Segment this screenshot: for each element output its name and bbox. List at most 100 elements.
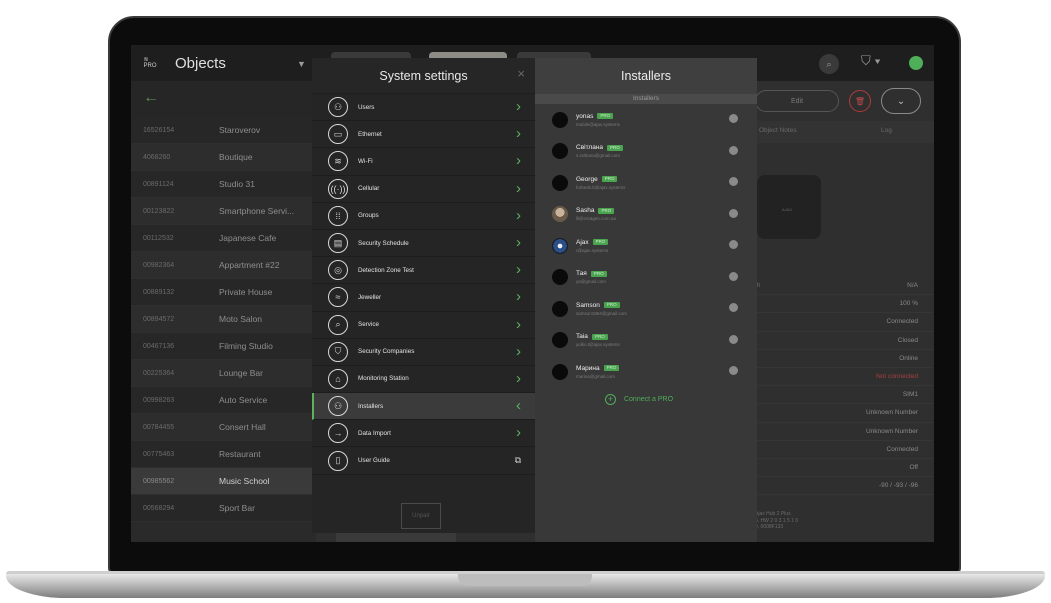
installer-row[interactable]: George PRO forbeds.b@ajax.systems — [535, 167, 757, 199]
info-row: Connected — [751, 441, 934, 459]
gear-icon[interactable] — [729, 208, 738, 218]
object-row[interactable]: 4068260 Boutique — [131, 144, 316, 171]
object-id: 4068260 — [143, 153, 171, 161]
installer-row[interactable]: Samson PRO samson1984@gmail.com — [535, 293, 757, 325]
close-icon[interactable]: × — [517, 66, 525, 81]
object-id: 00998263 — [143, 396, 175, 404]
chevron-down-icon[interactable]: ⌄ — [881, 88, 921, 114]
settings-item-ethernet[interactable]: ▭ Ethernet › — [312, 121, 535, 149]
avatar — [552, 363, 568, 380]
object-row[interactable]: 00123822 Smartphone Servi... — [131, 198, 316, 225]
object-row[interactable]: 00891124 Studio 31 — [131, 171, 316, 198]
settings-item-security-companies[interactable]: ⛉ Security Companies › — [312, 339, 535, 366]
object-name: Filming Studio — [219, 341, 273, 351]
object-row[interactable]: 00775463 Restaurant — [131, 441, 316, 468]
object-id: 00985562 — [143, 477, 175, 485]
settings-item-installers[interactable]: ⚇ Installers ‹ — [312, 393, 535, 421]
wifi-icon: ≋ — [328, 151, 348, 172]
gear-icon[interactable] — [729, 334, 738, 344]
info-value: Closed — [897, 336, 918, 344]
chevron-right-icon: › — [516, 179, 521, 197]
import-icon: → — [328, 423, 348, 444]
object-row[interactable]: 00225364 Lounge Bar — [131, 360, 316, 387]
installer-email: marina@gmail.com — [576, 373, 615, 379]
delete-icon[interactable]: 🗑 — [849, 90, 871, 112]
guide-icon: ▯ — [328, 450, 348, 471]
info-value: Connected — [886, 318, 918, 326]
pro-badge: PRO — [590, 270, 607, 277]
installer-row[interactable]: Світлана PRO s.svitlana@gmail.com — [535, 136, 757, 168]
installer-row[interactable]: Марина PRO marina@gmail.com — [535, 356, 757, 388]
gear-icon[interactable] — [729, 303, 738, 312]
user-icon: ⚇ — [328, 97, 348, 118]
settings-item-wi-fi[interactable]: ≋ Wi-Fi › — [312, 148, 535, 176]
settings-item-data-import[interactable]: → Data Import › — [312, 420, 535, 448]
settings-item-security-schedule[interactable]: ▤ Security Schedule › — [312, 230, 535, 258]
gear-icon[interactable] — [729, 366, 738, 375]
installer-email: s.svitlana@gmail.com — [576, 153, 620, 159]
chevron-down-icon[interactable]: ▼ — [297, 59, 306, 69]
tab-log[interactable]: Log — [881, 127, 892, 134]
object-row[interactable]: 00982364 Appartment #22 — [131, 252, 316, 279]
gear-icon[interactable] — [729, 177, 738, 186]
hub-footer: Ajax Hub 2 Plus 3, HW 2 0 3 1 5 1 0 0, 0… — [755, 511, 798, 531]
info-row: Off — [751, 459, 934, 478]
object-row[interactable]: 00998263 Auto Service — [131, 387, 316, 414]
unpair-button[interactable]: Unpair — [401, 503, 441, 529]
settings-item-jeweller[interactable]: ≈ Jeweller › — [312, 284, 535, 312]
installer-name: Sasha — [576, 207, 595, 215]
settings-item-monitoring-station[interactable]: ⌂ Monitoring Station › — [312, 366, 535, 394]
object-row[interactable]: 16526154 Staroverov — [131, 117, 316, 144]
object-row[interactable]: 00985562 Music School — [131, 468, 316, 495]
object-name: Restaurant — [219, 449, 261, 459]
installer-name: Світлана — [576, 144, 604, 152]
object-row[interactable]: 00894572 Moto Salon — [131, 306, 316, 333]
tab-object-notes[interactable]: Object Notes — [759, 127, 797, 134]
settings-item-label: Monitoring Station — [358, 375, 409, 383]
plus-icon: + — [604, 393, 616, 405]
installers-title: Installers — [620, 69, 672, 83]
settings-item-groups[interactable]: ⁞⁞ Groups › — [312, 203, 535, 230]
settings-item-cellular[interactable]: ((·)) Cellular › — [312, 176, 535, 203]
pro-badge: PRO — [607, 144, 623, 151]
object-row[interactable]: 00784455 Consert Hall — [131, 414, 316, 441]
shield-icon[interactable]: ⛉ ▾ — [861, 53, 881, 69]
system-settings-title: System settings — [379, 68, 468, 83]
edit-button[interactable]: Edit — [755, 90, 839, 112]
info-value: Connected — [886, 445, 918, 453]
object-row[interactable]: 00568294 Sport Bar — [131, 495, 316, 522]
chevron-right-icon: › — [516, 315, 521, 333]
info-row: Closed — [751, 332, 934, 350]
connect-pro-button[interactable]: + Connect a PRO — [521, 393, 757, 405]
gear-icon[interactable] — [729, 114, 738, 123]
installer-email: forbeds.b@ajax.systems — [576, 184, 626, 190]
info-row: Not connected — [751, 368, 934, 387]
installer-row[interactable]: yonas PRO mobile@ajax.systems — [535, 104, 757, 136]
back-arrow-icon[interactable]: ← — [143, 89, 159, 107]
gear-icon[interactable] — [729, 240, 738, 249]
app-screen: ≋ PRO Objects ▼ ← 16526154 Staroverov 40682… — [131, 45, 934, 542]
object-id: 00889132 — [143, 288, 175, 296]
search-icon[interactable]: ⌕ — [819, 54, 839, 74]
object-row[interactable]: 00112532 Japanese Cafe — [131, 225, 316, 252]
object-row[interactable]: 00889132 Private House — [131, 279, 316, 306]
settings-item-service[interactable]: ⌕ Service › — [312, 312, 535, 339]
gear-icon[interactable] — [729, 271, 738, 281]
installer-row[interactable]: Тая PRO ya@gmail.com — [535, 262, 757, 294]
settings-item-user-guide[interactable]: ▯ User Guide ⧉ — [312, 447, 535, 475]
installer-row[interactable]: Taia PRO yulko.t@ajax.systems — [535, 325, 757, 357]
settings-item-label: User Guide — [358, 457, 390, 465]
installer-row[interactable]: Sasha PRO lil@creagen.com.ua — [535, 199, 757, 231]
pro-badge: PRO — [592, 239, 609, 246]
settings-item-label: Service — [358, 321, 379, 329]
installer-row[interactable]: Ajax PRO r@ajax.systems — [535, 230, 757, 262]
settings-item-detection-zone-test[interactable]: ◎ Detection Zone Test › — [312, 257, 535, 285]
installer-icon: ⚇ — [328, 396, 348, 417]
settings-item-label: Installers — [358, 402, 384, 410]
object-id: 00225364 — [143, 369, 175, 377]
object-row[interactable]: 00467136 Filming Studio — [131, 333, 316, 360]
settings-item-users[interactable]: ⚇ Users › — [312, 94, 535, 122]
app-title: Objects — [175, 54, 226, 72]
laptop-notch — [458, 574, 592, 586]
gear-icon[interactable] — [729, 145, 738, 155]
